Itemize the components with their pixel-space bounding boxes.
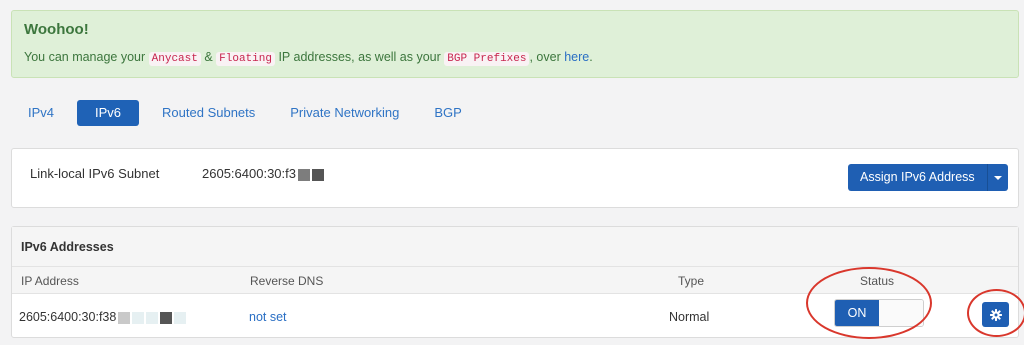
alert-message: You can manage your Anycast & Floating I… [24, 48, 1006, 68]
success-alert: Woohoo! You can manage your Anycast & Fl… [11, 10, 1019, 78]
ip-address-cell: 2605:6400:30:f38 [19, 310, 187, 324]
type-cell: Normal [669, 310, 710, 324]
table-header: IP Address Reverse DNS Type Status [12, 267, 1018, 294]
settings-button[interactable] [982, 302, 1009, 327]
alert-text: , over [529, 50, 565, 64]
alert-text: You can manage your [24, 50, 149, 64]
redaction-block [146, 311, 159, 324]
reverse-dns-cell: not set [249, 310, 287, 324]
assign-ipv6-button[interactable]: Assign IPv6 Address [848, 164, 988, 191]
subnet-value: 2605:6400:30:f3 [202, 166, 324, 181]
column-status: Status [860, 274, 895, 288]
ipv6-addresses-panel: IPv6 Addresses IP Address Reverse DNS Ty… [11, 226, 1019, 338]
subnet-value-text: 2605:6400:30:f3 [202, 166, 296, 181]
assign-dropdown-toggle[interactable] [987, 164, 1008, 191]
alert-text: IP addresses, as well as your [274, 50, 445, 64]
anycast-code: Anycast [148, 52, 201, 66]
ip-address-text: 2605:6400:30:f38 [19, 310, 117, 324]
redaction-block [132, 311, 145, 324]
alert-text: . [589, 50, 593, 64]
redaction-block [174, 311, 187, 324]
subnet-label: Link-local IPv6 Subnet [30, 166, 160, 181]
alert-title: Woohoo! [24, 21, 89, 38]
redaction-block [118, 311, 131, 324]
toggle-knob [879, 300, 923, 326]
tab-ipv4[interactable]: IPv4 [16, 100, 66, 126]
reverse-dns-link[interactable]: not set [249, 310, 287, 324]
bgp-prefixes-code: BGP Prefixes [444, 52, 530, 66]
manage-ips-link[interactable]: here [564, 50, 589, 64]
tab-bgp[interactable]: BGP [422, 100, 473, 126]
panel-heading: IPv6 Addresses [12, 227, 1018, 267]
status-on-label: ON [835, 300, 879, 326]
gear-icon [989, 308, 1002, 321]
redaction-block [297, 168, 310, 181]
subnet-panel: Link-local IPv6 Subnet 2605:6400:30:f3 A… [11, 148, 1019, 208]
tab-private-networking[interactable]: Private Networking [278, 100, 411, 126]
network-tabs: IPv4 IPv6 Routed Subnets Private Network… [16, 100, 485, 126]
column-reverse-dns: Reverse DNS [250, 274, 324, 288]
tab-routed-subnets[interactable]: Routed Subnets [150, 100, 267, 126]
tab-ipv6[interactable]: IPv6 [77, 100, 140, 126]
column-type: Type [678, 274, 705, 288]
redaction-block [160, 311, 173, 324]
alert-text: & [200, 50, 217, 64]
assign-ipv6-group: Assign IPv6 Address [848, 164, 1008, 191]
status-toggle[interactable]: ON [834, 299, 924, 327]
table-row: 2605:6400:30:f38 not set Normal ON [12, 294, 1018, 339]
column-ip-address: IP Address [21, 274, 79, 288]
floating-code: Floating [216, 52, 275, 66]
redaction-block [311, 168, 324, 181]
caret-down-icon [993, 175, 1002, 180]
